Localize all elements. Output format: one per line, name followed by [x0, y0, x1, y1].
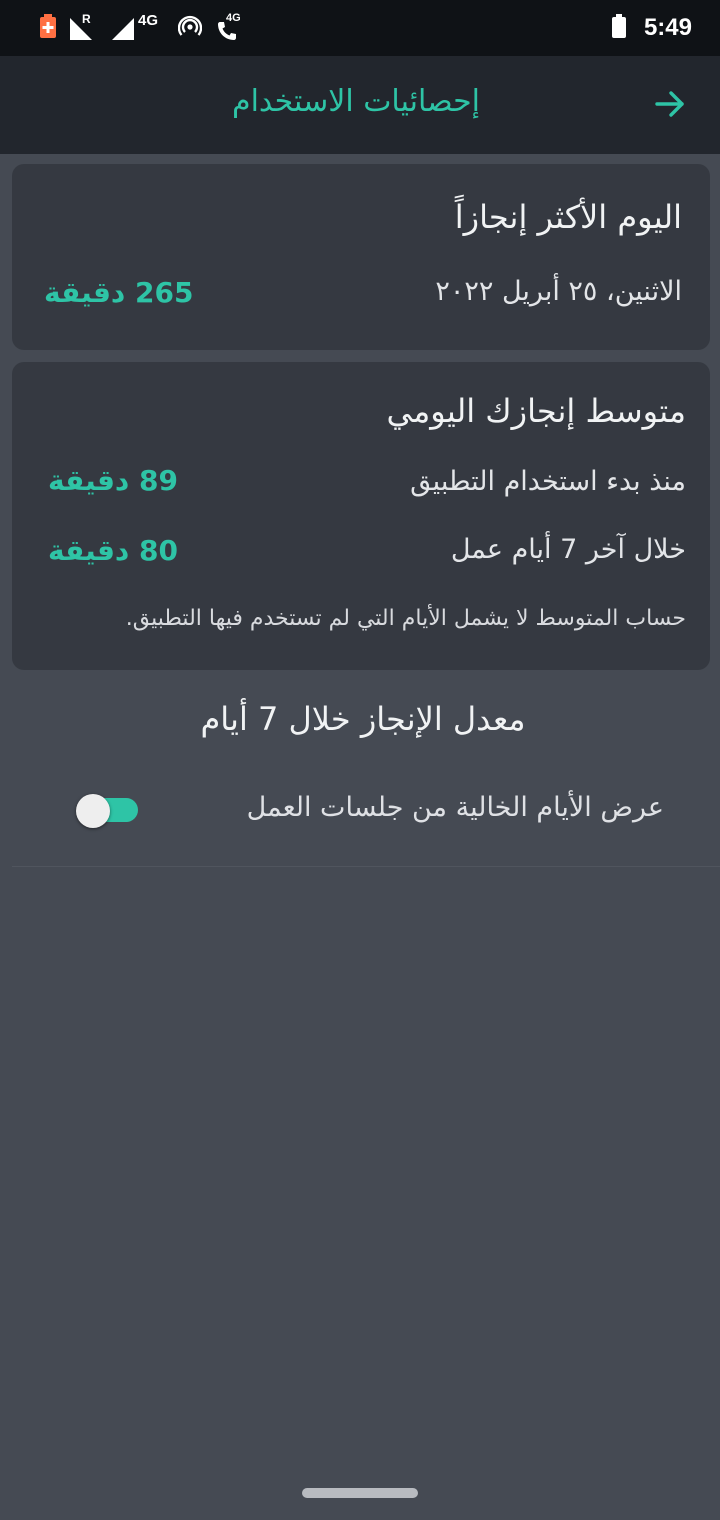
most-productive-day-value: 265 دقيقة	[44, 276, 194, 309]
status-icons-right: 5:49	[611, 14, 692, 42]
network-type-label: 4G	[138, 12, 159, 29]
since-start-label: منذ بدء استخدام التطبيق	[410, 466, 686, 497]
since-start-value: 89 دقيقة	[48, 464, 178, 497]
hotspot-icon	[177, 15, 203, 41]
clock: 5:49	[643, 14, 692, 41]
last-7-days-label: خلال آخر 7 أيام عمل	[450, 534, 686, 565]
battery-saver-icon	[40, 14, 56, 42]
daily-average-card: متوسط إنجازك اليومي منذ بدء استخدام التط…	[12, 362, 710, 670]
call-network-label: 4G	[226, 12, 241, 24]
most-productive-day-card: اليوم الأكثر إنجازاً الاثنين، ٢٥ أبريل ٢…	[12, 164, 710, 350]
signal-icon: 4G	[112, 12, 164, 40]
signal-roaming-icon: R	[70, 12, 98, 40]
most-productive-day-title: اليوم الأكثر إنجازاً	[454, 198, 682, 236]
battery-icon	[611, 14, 626, 42]
home-gesture-handle[interactable]	[302, 1488, 418, 1498]
arrow-forward-icon	[653, 87, 687, 125]
back-button[interactable]	[650, 86, 690, 126]
last-7-days-value: 80 دقيقة	[48, 534, 178, 567]
daily-average-title: متوسط إنجازك اليومي	[386, 392, 686, 430]
most-productive-day-date: الاثنين، ٢٥ أبريل ٢٠٢٢	[435, 276, 682, 307]
volte-call-icon: 4G	[216, 12, 244, 40]
show-empty-days-label: عرض الأيام الخالية من جلسات العمل	[246, 792, 664, 823]
app-bar: إحصائيات الاستخدام	[0, 56, 720, 154]
navigation-bar	[0, 1464, 720, 1520]
page-title: إحصائيات الاستخدام	[232, 84, 481, 119]
status-icons-left: R 4G 4G	[40, 12, 244, 42]
roaming-label: R	[82, 12, 91, 26]
average-note: حساب المتوسط لا يشمل الأيام التي لم تستخ…	[125, 606, 686, 631]
toggle-thumb	[76, 794, 110, 828]
show-empty-days-toggle[interactable]	[76, 794, 140, 828]
divider	[12, 866, 720, 867]
status-bar: R 4G 4G 5:49	[0, 0, 720, 56]
weekly-rate-title: معدل الإنجاز خلال 7 أيام	[200, 700, 526, 738]
show-empty-days-row[interactable]: عرض الأيام الخالية من جلسات العمل	[12, 772, 708, 848]
